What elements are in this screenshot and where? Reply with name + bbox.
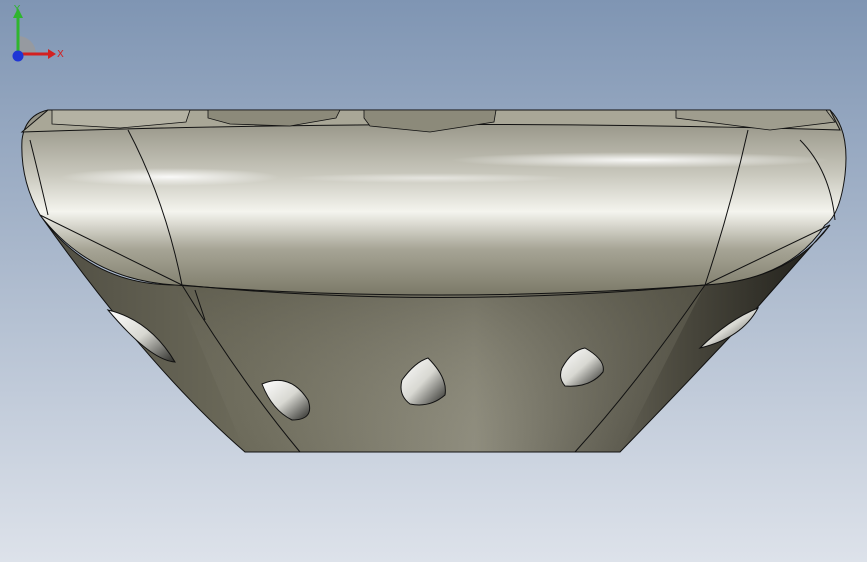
model-canvas[interactable] xyxy=(0,0,867,562)
triad-y-label: Y xyxy=(13,4,21,15)
model-highlight-right xyxy=(450,152,830,168)
model-lower-shade xyxy=(175,285,705,452)
triad-x-arrow xyxy=(48,49,56,59)
graphics-viewport[interactable]: Y X xyxy=(0,0,867,562)
triad-z-axis xyxy=(12,50,24,62)
model-highlight-mid xyxy=(290,173,570,183)
triad-x-label: X xyxy=(57,49,64,60)
model-highlight-left xyxy=(60,168,280,186)
coordinate-triad: Y X xyxy=(12,4,64,62)
